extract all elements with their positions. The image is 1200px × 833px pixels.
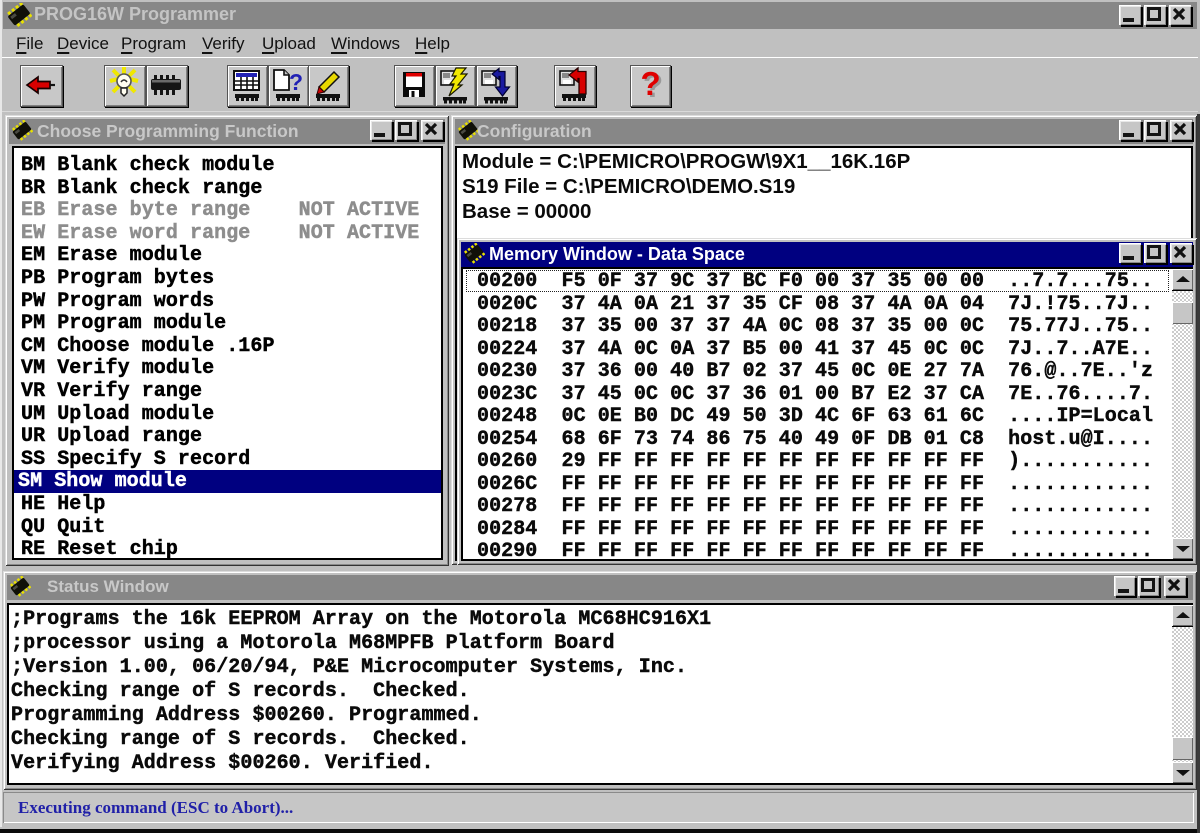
svg-text:?: ? [641, 66, 661, 102]
svg-text:?: ? [289, 69, 303, 95]
